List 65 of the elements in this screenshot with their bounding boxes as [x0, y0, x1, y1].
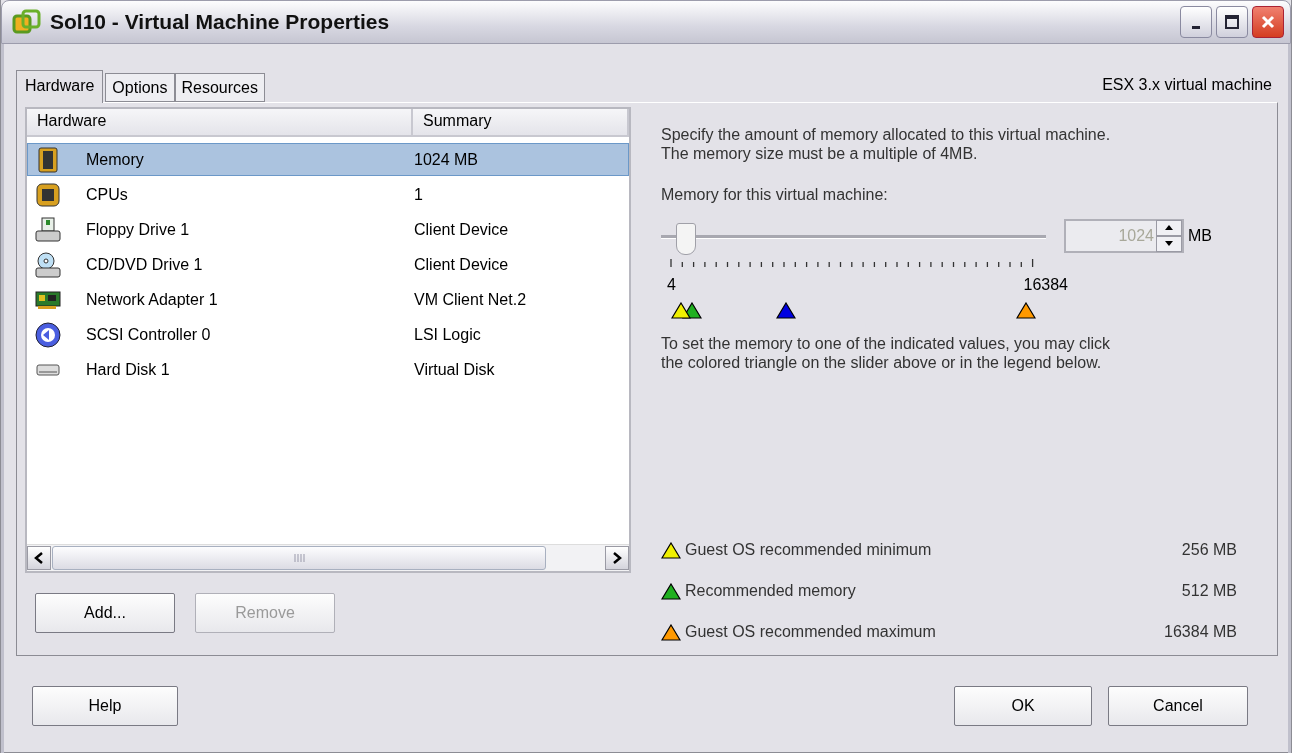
scsi-controller-icon [34, 320, 62, 349]
close-icon [1260, 14, 1276, 30]
legend-value: 16384 MB [1164, 623, 1237, 641]
hardware-summary: 1024 MB [414, 150, 480, 169]
legend-marker-icon[interactable] [661, 582, 681, 600]
app-logo-icon [12, 8, 42, 36]
memory-description: Specify the amount of memory allocated to this virtual machine. The memory size must be a multiple of 4MB. [661, 125, 1112, 164]
ok-button[interactable]: OK [954, 686, 1092, 726]
column-header[interactable]: Summary [413, 109, 629, 135]
hardware-row[interactable]: Floppy Drive 1 Client Device [27, 213, 629, 246]
close-button[interactable] [1252, 6, 1284, 38]
tab[interactable]: Hardware [16, 70, 104, 103]
slider-min-label: 4 [667, 275, 676, 294]
hardware-name: SCSI Controller 0 [86, 325, 212, 344]
minimize-icon [1192, 25, 1200, 29]
cd-drive-icon [34, 250, 62, 279]
cancel-button[interactable]: Cancel [1108, 686, 1248, 726]
legend-marker-icon[interactable] [661, 541, 681, 559]
memory-marker-icon[interactable] [1016, 301, 1036, 319]
slider-max-label: 16384 [1023, 275, 1068, 294]
memory-marker-icon[interactable] [671, 301, 691, 319]
hardware-summary: VM Client Net.2 [414, 290, 528, 309]
window-title: Sol10 - Virtual Machine Properties [50, 10, 391, 34]
hardware-row[interactable]: CPUs 1 [27, 178, 629, 211]
hardware-name: Hard Disk 1 [86, 360, 171, 379]
help-button[interactable]: Help [32, 686, 178, 726]
scroll-left-button[interactable] [27, 546, 51, 570]
hardware-summary: Virtual Disk [414, 360, 496, 379]
hardware-row[interactable]: Network Adapter 1 VM Client Net.2 [27, 283, 629, 316]
hardware-summary: LSI Logic [414, 325, 482, 344]
marker-hint: To set the memory to one of the indicated values, you may click the colored triangle on the slider above or in the legend below. [661, 333, 1112, 372]
hardware-summary: 1 [414, 185, 424, 204]
legend-value: 256 MB [1181, 541, 1237, 559]
hardware-name: CD/DVD Drive 1 [86, 255, 204, 274]
list-action-button[interactable]: Add... [35, 593, 175, 633]
maximize-button[interactable] [1216, 6, 1248, 38]
processor-icon [34, 180, 62, 209]
legend-label[interactable]: Guest OS recommended maximum [685, 623, 1165, 641]
legend-label[interactable]: Guest OS recommended minimum [685, 541, 1182, 559]
hardware-summary: Client Device [414, 255, 510, 274]
scroll-right-button[interactable] [605, 546, 629, 570]
hardware-row[interactable]: CD/DVD Drive 1 Client Device [27, 248, 629, 281]
hardware-name: Floppy Drive 1 [86, 220, 191, 239]
hardware-name: Memory [86, 150, 145, 169]
tab[interactable]: Resources [174, 73, 265, 102]
memory-marker-icon[interactable] [776, 301, 796, 319]
minimize-button[interactable] [1180, 6, 1212, 38]
hardware-summary: Client Device [414, 220, 510, 239]
unit-label: MB [1188, 226, 1212, 245]
slider-label: Memory for this virtual machine: [661, 185, 889, 205]
floppy-drive-icon [34, 215, 62, 244]
vm-version-label: ESX 3.x virtual machine [1102, 76, 1273, 95]
tab[interactable]: Options [105, 73, 175, 102]
column-header[interactable]: Hardware [27, 109, 413, 135]
legend-value: 512 MB [1181, 582, 1237, 600]
hardware-row[interactable]: SCSI Controller 0 LSI Logic [27, 318, 629, 351]
legend-marker-icon[interactable] [661, 623, 681, 641]
hardware-row[interactable]: Memory 1024 MB [27, 143, 629, 176]
hardware-name: Network Adapter 1 [86, 290, 219, 309]
hardware-row[interactable]: Hard Disk 1 Virtual Disk [27, 353, 629, 386]
scrollbar-thumb[interactable] [52, 546, 546, 570]
hardware-name: CPUs [86, 185, 129, 204]
slider-thumb[interactable] [675, 222, 696, 255]
legend-label[interactable]: Recommended memory [685, 582, 1182, 600]
maximize-icon [1224, 14, 1240, 30]
